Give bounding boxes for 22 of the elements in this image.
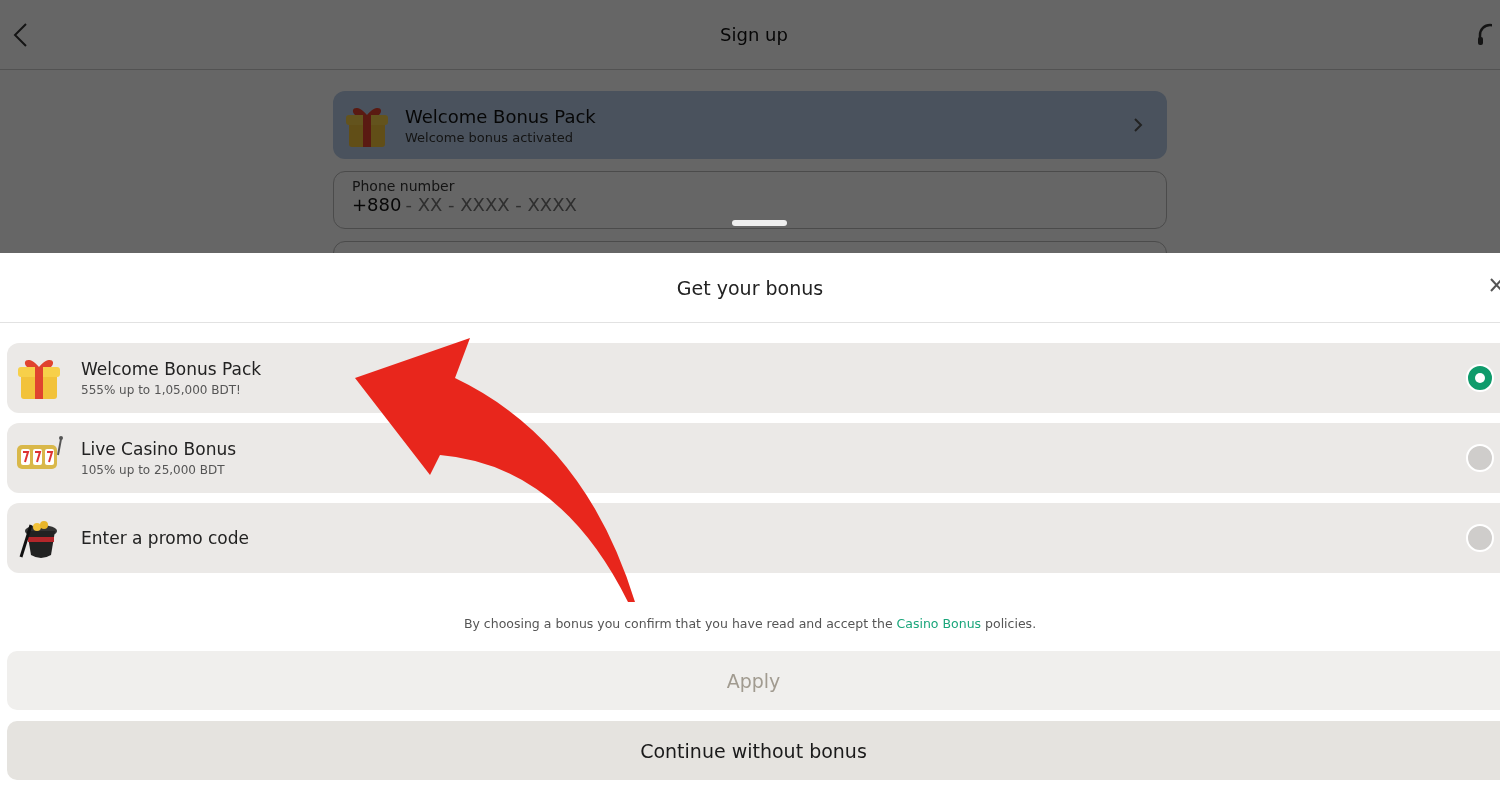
continue-button[interactable]: Continue without bonus [7, 721, 1500, 780]
radio-button[interactable] [1466, 524, 1494, 552]
chevron-right-icon [1133, 117, 1143, 133]
option-title: Enter a promo code [81, 528, 251, 548]
radio-button[interactable] [1466, 444, 1494, 472]
bonus-subtitle: Welcome bonus activated [405, 129, 575, 145]
close-icon[interactable] [1490, 277, 1500, 293]
bonus-option[interactable]: Enter a promo code [7, 503, 1500, 573]
option-title: Live Casino Bonus [81, 439, 238, 459]
disclaimer-text: By choosing a bonus you confirm that you have read and accept the Casino Bonus policies. [462, 616, 1038, 631]
option-subtitle: 105% up to 25,000 BDT [81, 463, 226, 477]
bonus-option[interactable]: Live Casino Bonus 105% up to 25,000 BDT [7, 423, 1500, 493]
drag-handle[interactable] [732, 220, 787, 226]
field-label: Phone number [352, 178, 456, 194]
option-title: Welcome Bonus Pack [81, 359, 263, 379]
option-subtitle: 555% up to 1,05,000 BDT! [81, 383, 242, 397]
bonus-option[interactable]: Welcome Bonus Pack 555% up to 1,05,000 BDT! [7, 343, 1500, 413]
page-title: Sign up [720, 24, 788, 45]
bonus-title: Welcome Bonus Pack [405, 105, 597, 127]
sheet-title: Get your bonus [676, 276, 824, 299]
radio-button[interactable] [1466, 364, 1494, 392]
country-code: +880 [352, 194, 402, 215]
